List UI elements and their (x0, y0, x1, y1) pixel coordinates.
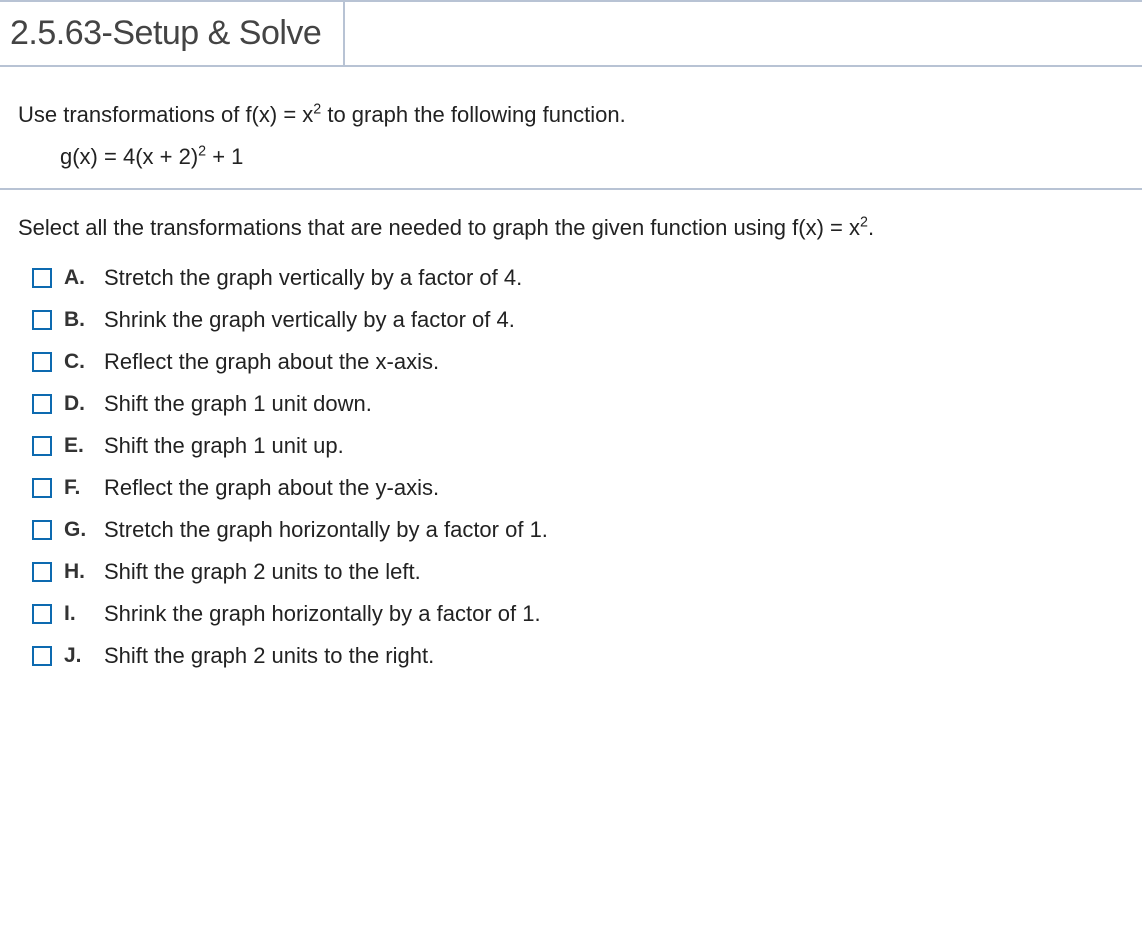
fx-expression: f(x) = x2 (245, 102, 321, 127)
option-row: J. Shift the graph 2 units to the right. (18, 635, 1124, 677)
option-text: Shrink the graph horizontally by a facto… (104, 601, 541, 627)
fx2-exponent: 2 (860, 215, 868, 231)
option-row: A. Stretch the graph vertically by a fact… (18, 257, 1124, 299)
option-checkbox[interactable] (32, 268, 52, 288)
option-letter: G. (64, 518, 92, 542)
question-prompt: Use transformations of f(x) = x2 to grap… (18, 97, 1124, 132)
g-exponent: 2 (198, 144, 206, 160)
option-checkbox[interactable] (32, 520, 52, 540)
option-checkbox[interactable] (32, 478, 52, 498)
header-bar: 2.5.63-Setup & Solve (0, 0, 1142, 67)
option-row: H. Shift the graph 2 units to the left. (18, 551, 1124, 593)
page-title: 2.5.63-Setup & Solve (10, 14, 321, 52)
option-letter: I. (64, 602, 92, 626)
prompt-pre: Use transformations of (18, 102, 245, 127)
g-expression: g(x) = 4(x + 2)2 + 1 (60, 144, 243, 169)
option-checkbox[interactable] (32, 562, 52, 582)
option-text: Shift the graph 2 units to the right. (104, 643, 434, 669)
option-letter: A. (64, 266, 92, 290)
option-row: C. Reflect the graph about the x-axis. (18, 341, 1124, 383)
option-row: D. Shift the graph 1 unit down. (18, 383, 1124, 425)
option-text: Reflect the graph about the x-axis. (104, 349, 439, 375)
option-checkbox[interactable] (32, 646, 52, 666)
option-text: Stretch the graph vertically by a factor… (104, 265, 522, 291)
g-pre: g(x) = 4(x + 2) (60, 144, 198, 169)
option-text: Shift the graph 1 unit down. (104, 391, 372, 417)
option-row: I. Shrink the graph horizontally by a fac… (18, 593, 1124, 635)
option-text: Shrink the graph vertically by a factor … (104, 307, 515, 333)
option-checkbox[interactable] (32, 604, 52, 624)
given-function: g(x) = 4(x + 2)2 + 1 (60, 144, 1124, 170)
option-row: F. Reflect the graph about the y-axis. (18, 467, 1124, 509)
option-checkbox[interactable] (32, 394, 52, 414)
subprompt-post: . (868, 215, 874, 240)
prompt-post: to graph the following function. (321, 102, 626, 127)
option-text: Reflect the graph about the y-axis. (104, 475, 439, 501)
option-checkbox[interactable] (32, 352, 52, 372)
option-letter: E. (64, 434, 92, 458)
fx-expression-2: f(x) = x2 (792, 215, 868, 240)
option-checkbox[interactable] (32, 310, 52, 330)
option-letter: J. (64, 644, 92, 668)
content-area: Use transformations of f(x) = x2 to grap… (0, 67, 1142, 697)
option-letter: F. (64, 476, 92, 500)
option-text: Stretch the graph horizontally by a fact… (104, 517, 548, 543)
options-list: A. Stretch the graph vertically by a fact… (18, 257, 1124, 677)
option-row: B. Shrink the graph vertically by a facto… (18, 299, 1124, 341)
option-letter: H. (64, 560, 92, 584)
option-row: E. Shift the graph 1 unit up. (18, 425, 1124, 467)
fx2-lhs: f(x) = x (792, 215, 860, 240)
fx-lhs: f(x) = x (245, 102, 313, 127)
option-text: Shift the graph 2 units to the left. (104, 559, 421, 585)
option-row: G. Stretch the graph horizontally by a fa… (18, 509, 1124, 551)
option-text: Shift the graph 1 unit up. (104, 433, 344, 459)
option-letter: C. (64, 350, 92, 374)
option-letter: B. (64, 308, 92, 332)
option-letter: D. (64, 392, 92, 416)
title-container: 2.5.63-Setup & Solve (0, 2, 345, 65)
divider (0, 188, 1142, 190)
g-post: + 1 (206, 144, 243, 169)
instruction-text: Select all the transformations that are … (18, 210, 1124, 245)
option-checkbox[interactable] (32, 436, 52, 456)
subprompt-pre: Select all the transformations that are … (18, 215, 792, 240)
